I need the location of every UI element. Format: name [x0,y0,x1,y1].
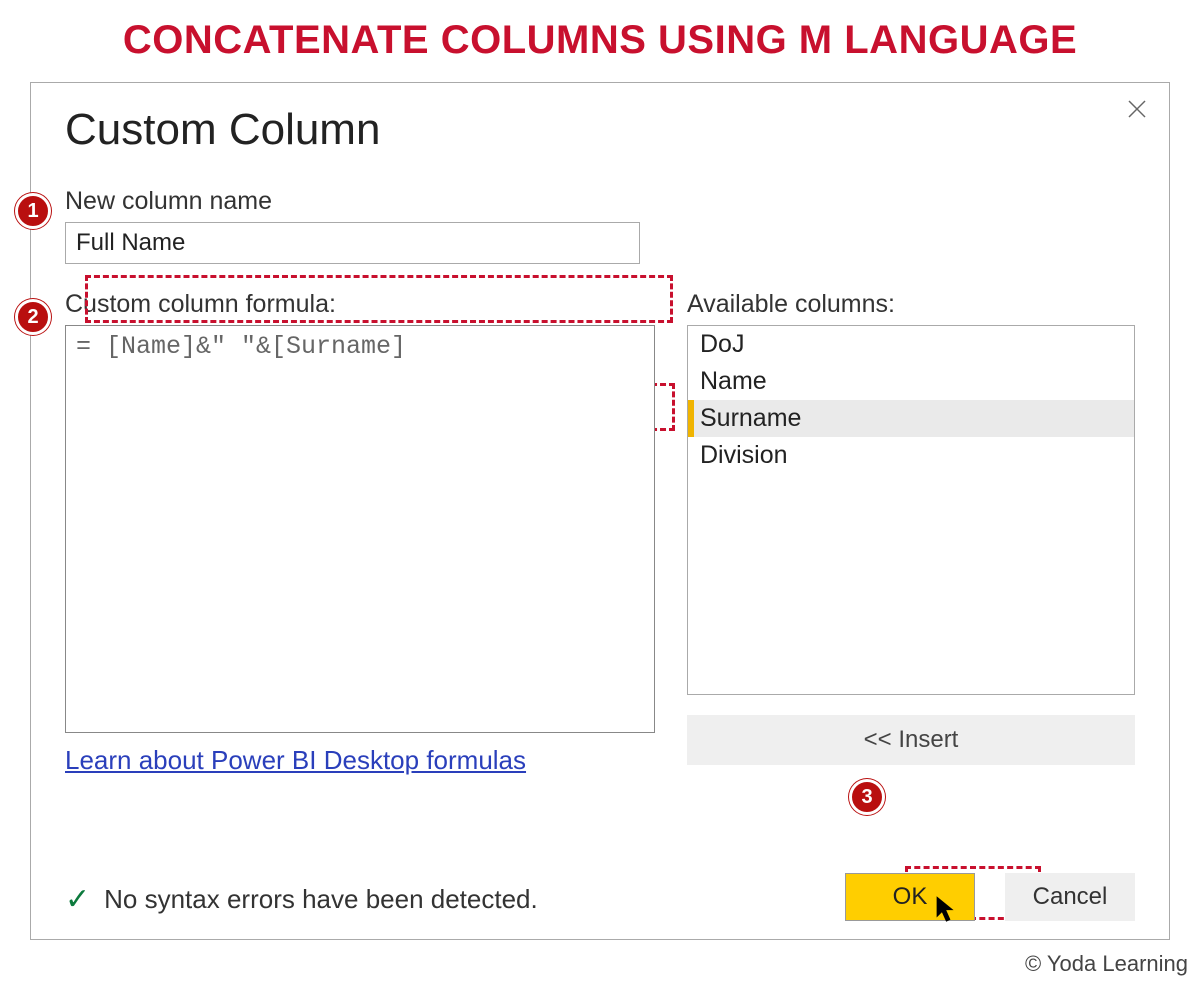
available-columns-label: Available columns: [687,290,1135,319]
available-column-item[interactable]: Name [688,363,1134,400]
available-column-item[interactable]: Surname [688,400,1134,437]
available-column-item[interactable]: DoJ [688,326,1134,363]
learn-formulas-link[interactable]: Learn about Power BI Desktop formulas [65,745,526,776]
status-row: ✓ No syntax errors have been detected. [65,882,538,917]
formula-label: Custom column formula: [65,290,659,319]
callout-badge-2: 2 [15,299,51,335]
close-icon[interactable] [1123,97,1151,125]
custom-column-dialog: Custom Column 1 2 3 New column name Cust… [30,82,1170,940]
page-heading: CONCATENATE COLUMNS USING M LANGUAGE [0,0,1200,69]
cancel-button[interactable]: Cancel [1005,873,1135,921]
status-text: No syntax errors have been detected. [104,884,538,915]
insert-button[interactable]: << Insert [687,715,1135,765]
ok-button-label: OK [893,883,928,910]
callout-badge-3: 3 [849,779,885,815]
copyright-text: © Yoda Learning [1025,951,1188,977]
new-column-name-label: New column name [65,187,1135,216]
available-columns-list[interactable]: DoJNameSurnameDivision [687,325,1135,695]
formula-text: = [Name]&" "&[Surname] [76,332,406,361]
available-column-item[interactable]: Division [688,437,1134,474]
formula-editor[interactable]: = [Name]&" "&[Surname] [65,325,655,733]
new-column-name-input[interactable] [65,222,640,264]
ok-button[interactable]: OK [845,873,975,921]
callout-badge-1: 1 [15,193,51,229]
checkmark-icon: ✓ [65,882,90,917]
cursor-pointer-icon [926,892,960,926]
dialog-title: Custom Column [65,105,1135,155]
